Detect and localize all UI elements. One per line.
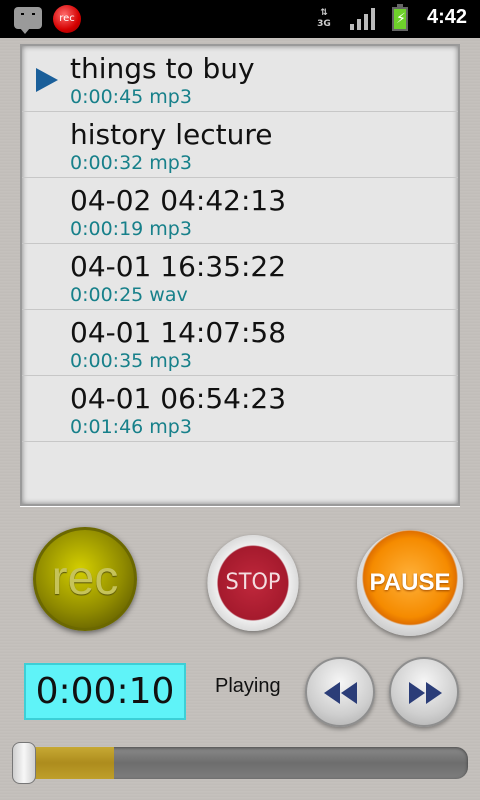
- message-icon: [14, 7, 42, 34]
- recording-meta: 0:00:19 mp3: [70, 218, 192, 240]
- recording-meta: 0:01:46 mp3: [70, 416, 192, 438]
- rewind-button[interactable]: [305, 657, 375, 727]
- recording-meta: 0:00:25 wav: [70, 284, 188, 306]
- recordings-list[interactable]: things to buy 0:00:45 mp3 history lectur…: [20, 44, 460, 506]
- recording-title: 04-01 06:54:23: [70, 382, 287, 415]
- recording-meta: 0:00:32 mp3: [70, 152, 192, 174]
- elapsed-timer: 0:00:10: [24, 663, 186, 720]
- recording-title: 04-01 16:35:22: [70, 250, 287, 283]
- list-item[interactable]: history lecture 0:00:32 mp3: [22, 112, 458, 178]
- network-type-label: 3G: [317, 19, 331, 29]
- list-item[interactable]: 04-01 16:35:22 0:00:25 wav: [22, 244, 458, 310]
- progress-thumb[interactable]: [12, 742, 36, 784]
- rewind-icon: [324, 682, 357, 704]
- playback-progress-bar[interactable]: [12, 742, 468, 784]
- list-item[interactable]: things to buy 0:00:45 mp3: [22, 46, 458, 112]
- status-bar: rec ⇅ 3G ⚡ 4:42: [0, 0, 480, 38]
- clock: 4:42: [427, 6, 468, 28]
- list-item[interactable]: 04-01 14:07:58 0:00:35 mp3: [22, 310, 458, 376]
- fast-forward-button[interactable]: [389, 657, 459, 727]
- stop-button[interactable]: STOP: [207, 535, 299, 631]
- recording-meta: 0:00:45 mp3: [70, 86, 192, 108]
- pause-button[interactable]: PAUSE: [357, 530, 463, 636]
- list-item[interactable]: 04-01 06:54:23 0:01:46 mp3: [22, 376, 458, 442]
- record-notification-icon: rec: [53, 5, 81, 33]
- signal-icon: [350, 8, 376, 30]
- recording-meta: 0:00:35 mp3: [70, 350, 192, 372]
- play-indicator-icon: [36, 68, 58, 92]
- battery-charging-icon: ⚡: [392, 4, 408, 31]
- recording-title: history lecture: [70, 118, 273, 151]
- recording-title: things to buy: [70, 52, 255, 85]
- fast-forward-icon: [409, 682, 442, 704]
- recording-title: 04-01 14:07:58: [70, 316, 287, 349]
- record-button[interactable]: rec: [33, 527, 137, 631]
- 3g-data-icon: ⇅ 3G: [317, 8, 331, 29]
- playback-status: Playing: [215, 675, 281, 697]
- list-item[interactable]: 04-02 04:42:13 0:00:19 mp3: [22, 178, 458, 244]
- recording-title: 04-02 04:42:13: [70, 184, 287, 217]
